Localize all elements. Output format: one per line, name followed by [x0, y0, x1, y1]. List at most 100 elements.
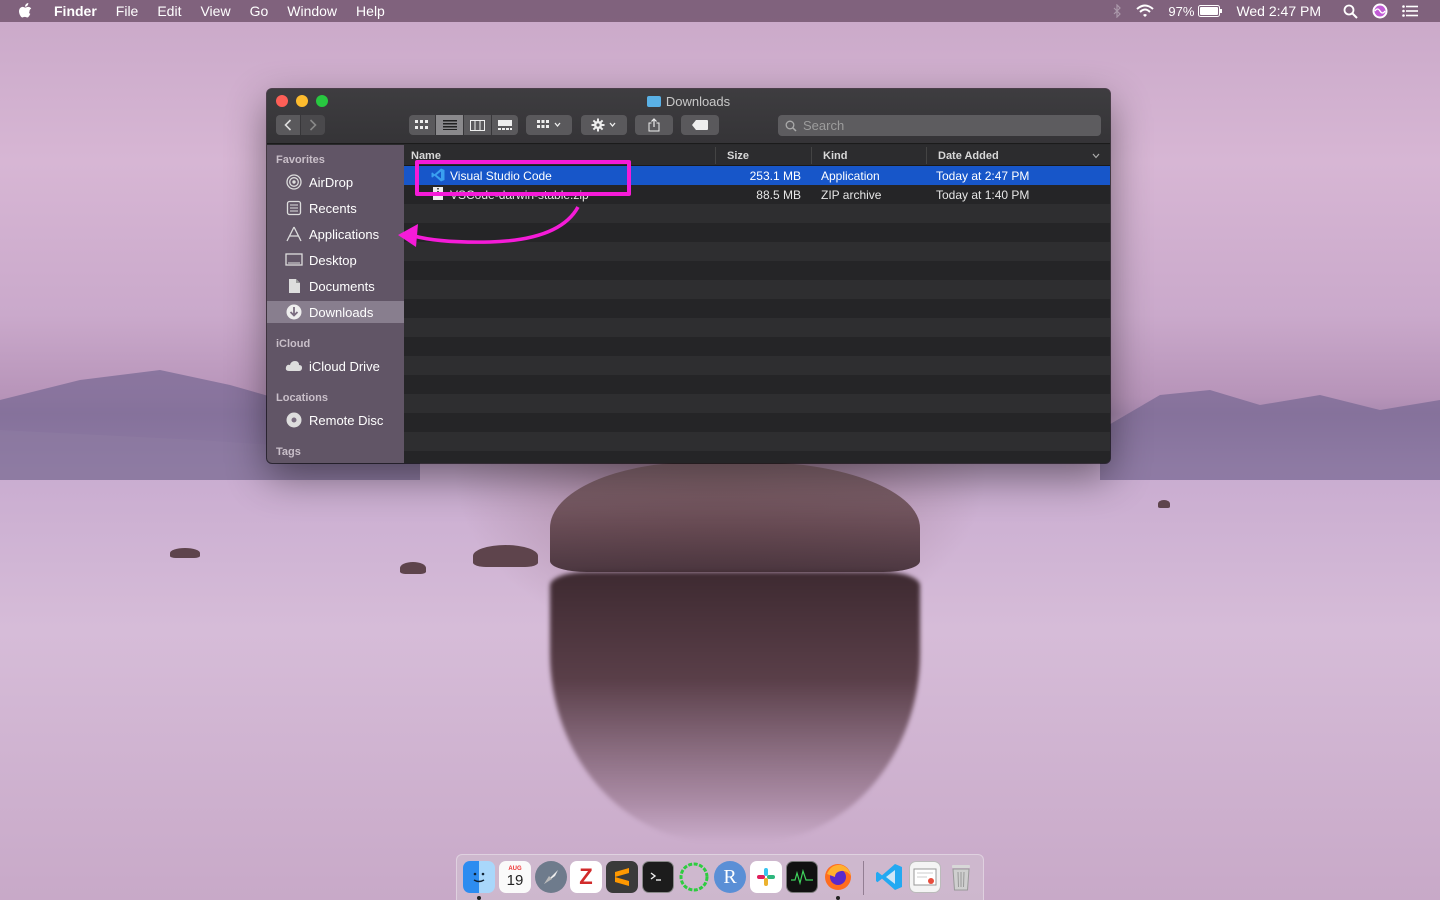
gallery-view-button[interactable]	[492, 115, 518, 135]
desktop-icon	[285, 252, 303, 268]
empty-row	[404, 318, 1110, 337]
wallpaper-small-rock	[473, 545, 538, 567]
sidebar-item-remote-disc[interactable]: Remote Disc	[267, 409, 404, 431]
finder-toolbar: Downloads Search	[267, 89, 1110, 144]
wallpaper-rock	[550, 462, 920, 572]
file-size: 253.1 MB	[749, 169, 801, 183]
preview-icon[interactable]	[909, 861, 941, 893]
search-field[interactable]: Search	[778, 115, 1101, 136]
firefox-icon[interactable]	[822, 861, 854, 893]
file-size: 88.5 MB	[756, 188, 801, 202]
empty-row	[404, 204, 1110, 223]
zotero-label: Z	[579, 864, 593, 889]
wifi-icon[interactable]	[1136, 4, 1155, 18]
sidebar-item-desktop[interactable]: Desktop	[267, 249, 404, 271]
empty-row	[404, 394, 1110, 413]
empty-row	[404, 280, 1110, 299]
sidebar-item-icloud-drive[interactable]: iCloud Drive	[267, 355, 404, 377]
menu-window[interactable]: Window	[287, 3, 337, 19]
terminal-icon[interactable]	[642, 861, 674, 893]
activity-ring-icon[interactable]	[678, 861, 710, 893]
list-view-button[interactable]	[436, 115, 463, 135]
file-kind: ZIP archive	[821, 188, 882, 202]
menu-go[interactable]: Go	[250, 3, 269, 19]
wallpaper-small-rock	[400, 562, 426, 574]
apple-icon[interactable]	[18, 3, 40, 19]
column-view-button[interactable]	[464, 115, 491, 135]
tag-icon	[692, 120, 708, 130]
dock-separator	[863, 861, 864, 895]
applications-icon	[285, 226, 303, 242]
cloud-icon	[285, 358, 303, 374]
sort-chevron-icon[interactable]	[1092, 153, 1100, 159]
action-button[interactable]	[581, 115, 627, 135]
slack-icon[interactable]	[750, 861, 782, 893]
empty-row	[404, 242, 1110, 261]
sidebar-item-recents[interactable]: Recents	[267, 197, 404, 219]
battery-icon[interactable]	[1198, 5, 1223, 17]
action-gear-icon	[591, 118, 616, 132]
file-rows: Visual Studio Code 253.1 MB Application …	[404, 166, 1110, 463]
r-icon[interactable]: R	[714, 861, 746, 893]
downloads-folder-icon	[646, 96, 661, 107]
gallery-view-icon	[498, 120, 512, 130]
back-button[interactable]	[276, 115, 300, 135]
column-size[interactable]: Size	[727, 150, 749, 162]
file-date: Today at 1:40 PM	[936, 188, 1030, 202]
documents-icon	[285, 278, 303, 294]
file-kind: Application	[821, 169, 880, 183]
menu-app-name[interactable]: Finder	[54, 3, 97, 19]
share-button[interactable]	[635, 115, 673, 135]
icon-view-button[interactable]	[409, 115, 435, 135]
battery-percent[interactable]: 97%	[1168, 4, 1194, 19]
sidebar-item-applications[interactable]: Applications	[267, 223, 404, 245]
group-by-button[interactable]	[526, 115, 572, 135]
menu-file[interactable]: File	[116, 3, 139, 19]
trash-icon[interactable]	[945, 861, 977, 893]
column-kind[interactable]: Kind	[823, 150, 847, 162]
empty-row	[404, 451, 1110, 463]
clock[interactable]: Wed 2:47 PM	[1236, 3, 1321, 19]
sidebar-item-label: Desktop	[309, 252, 357, 268]
tag-button[interactable]	[681, 115, 719, 135]
running-indicator	[836, 896, 840, 900]
spotlight-icon[interactable]	[1343, 4, 1358, 19]
siri-icon[interactable]	[1372, 3, 1388, 19]
sidebar-section-locations: Locations	[276, 392, 328, 404]
sidebar-item-downloads[interactable]: Downloads	[267, 301, 404, 323]
sidebar-section-favorites: Favorites	[276, 154, 325, 166]
empty-row	[404, 261, 1110, 280]
vscode-icon[interactable]	[873, 861, 905, 893]
empty-row	[404, 432, 1110, 451]
empty-row	[404, 375, 1110, 394]
zotero-icon[interactable]: Z	[570, 861, 602, 893]
sidebar-item-documents[interactable]: Documents	[267, 275, 404, 297]
sidebar-item-airdrop[interactable]: AirDrop	[267, 171, 404, 193]
sidebar-section-icloud: iCloud	[276, 338, 311, 350]
column-date-added[interactable]: Date Added	[938, 150, 999, 162]
menu-help[interactable]: Help	[356, 3, 385, 19]
running-indicator	[477, 896, 481, 900]
bluetooth-icon[interactable]	[1112, 4, 1122, 18]
activity-monitor-icon[interactable]	[786, 861, 818, 893]
calendar-icon[interactable]: AUG 19	[499, 861, 531, 893]
column-view-icon	[470, 119, 485, 131]
forward-button[interactable]	[301, 115, 325, 135]
empty-row	[404, 413, 1110, 432]
notification-center-icon[interactable]	[1402, 5, 1418, 17]
sidebar-item-label: Recents	[309, 200, 357, 216]
launchpad-icon[interactable]	[535, 861, 567, 893]
disc-icon	[285, 412, 303, 428]
sublime-text-icon[interactable]	[606, 861, 638, 893]
icon-view-icon	[415, 120, 428, 129]
empty-row	[404, 223, 1110, 242]
file-date: Today at 2:47 PM	[936, 169, 1030, 183]
menu-edit[interactable]: Edit	[157, 3, 181, 19]
finder-icon[interactable]	[463, 861, 495, 893]
wallpaper-small-rock	[1158, 500, 1170, 508]
wallpaper-small-rock	[170, 548, 200, 558]
dock: AUG 19 Z R	[456, 854, 984, 900]
menu-view[interactable]: View	[200, 3, 230, 19]
wallpaper-reflection	[550, 572, 920, 842]
annotation-highlight-box	[415, 160, 631, 196]
